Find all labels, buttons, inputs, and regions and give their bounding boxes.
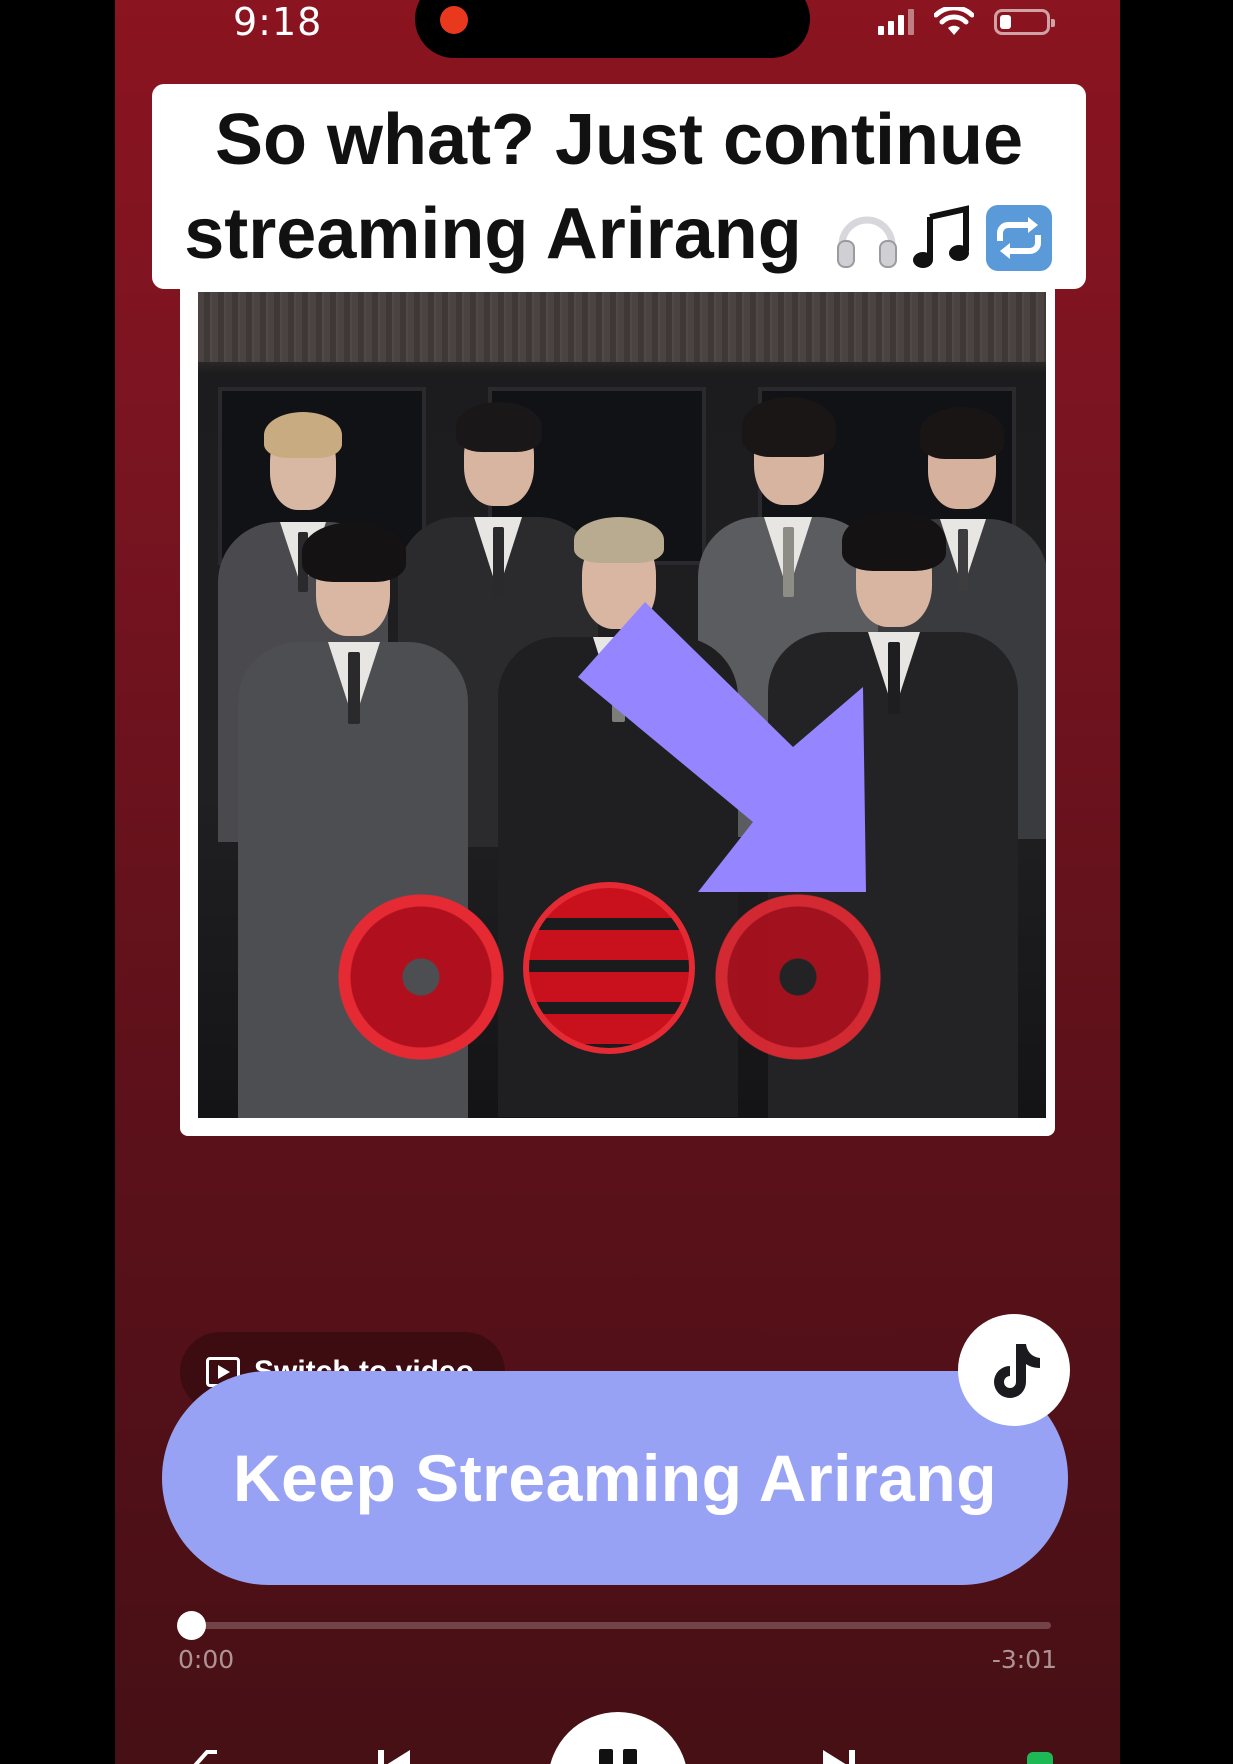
keep-streaming-button[interactable]: Keep Streaming Arirang [162, 1371, 1068, 1585]
tiktok-icon [958, 1314, 1070, 1426]
headphones-icon [836, 217, 897, 269]
dynamic-island [415, 0, 810, 58]
previous-icon[interactable] [370, 1740, 418, 1764]
progress-track[interactable] [189, 1622, 1051, 1629]
arrow-pointer-icon [578, 602, 866, 892]
phone-screen: 9:18 So what? Just continue streaming Ar… [115, 0, 1120, 1764]
status-icons [878, 4, 1055, 40]
shuffle-icon[interactable] [175, 1740, 223, 1764]
caption-line-1: So what? Just continue [214, 99, 1024, 180]
caption-box: So what? Just continue streaming Arirang [152, 84, 1086, 289]
signal-icon [878, 9, 914, 35]
caption-emojis [832, 203, 1054, 273]
battery-icon [994, 9, 1055, 35]
caption-line-2-text: streaming Arirang [184, 193, 802, 274]
next-icon[interactable] [815, 1740, 863, 1764]
progress-knob[interactable] [177, 1611, 206, 1640]
music-notes-icon [912, 205, 969, 269]
pause-button[interactable] [548, 1712, 688, 1764]
album-art [198, 292, 1046, 1118]
elapsed-time: 0:00 [178, 1645, 235, 1674]
wifi-icon [934, 7, 974, 35]
active-indicator[interactable] [1027, 1752, 1053, 1764]
status-time: 9:18 [233, 0, 323, 44]
remaining-time: -3:01 [991, 1645, 1057, 1674]
repeat-icon [985, 205, 1052, 272]
recording-indicator-icon [440, 6, 468, 34]
caption-line-2: streaming Arirang [184, 187, 1054, 281]
